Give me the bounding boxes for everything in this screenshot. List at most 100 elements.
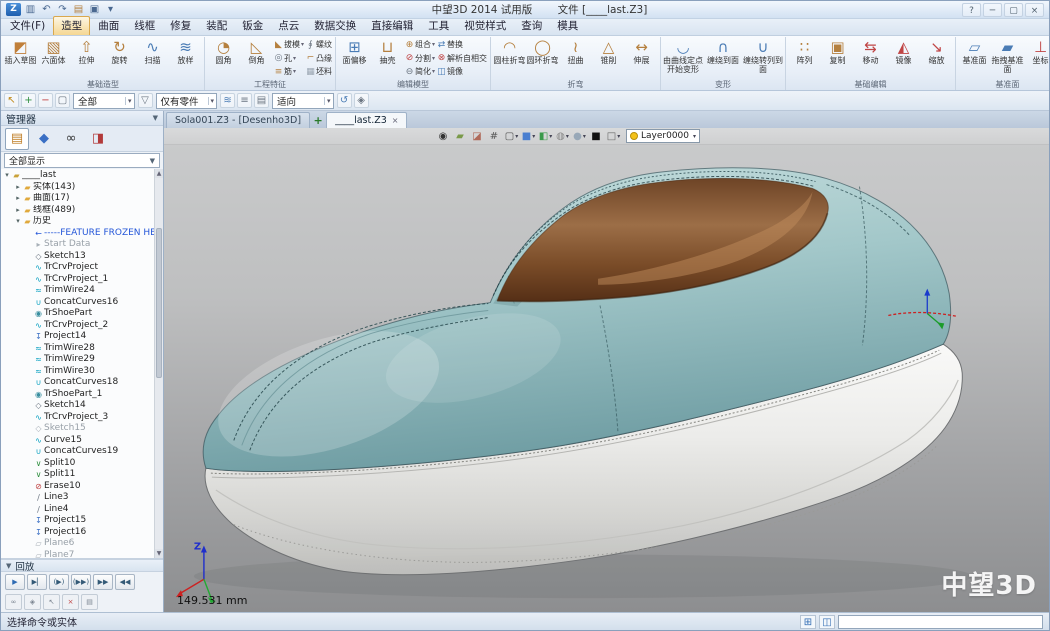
viewport-tool[interactable]: ▰ (453, 129, 468, 144)
menu-item[interactable]: 点云 (271, 17, 306, 35)
ribbon-button-small[interactable]: ⊗解析自相交 (436, 52, 488, 66)
ribbon-button[interactable]: ⊥坐标 (1024, 37, 1049, 74)
tree-item[interactable]: ▸ ▰ 实体(143) (1, 182, 154, 194)
ribbon-button[interactable]: ◯圆环折弯 (526, 37, 559, 66)
menu-item[interactable]: 装配 (199, 17, 234, 35)
tree-item[interactable]: ↧ Project14 (1, 331, 154, 343)
stack-a-icon[interactable]: ≋ (220, 93, 235, 108)
ribbon-button[interactable]: ◭镜像 (887, 37, 920, 66)
viewport-tool[interactable]: ◉ (436, 129, 451, 144)
manager-panel-header[interactable]: 管理器 ▼ (1, 111, 163, 126)
viewport-canvas[interactable]: Z ◉▰◪#▢▾■▾◧▾◍▾●▾■□▾ Layer0000 ▾ 149.531 … (164, 128, 1049, 612)
ribbon-button[interactable]: ⊔抽壳 (371, 37, 404, 66)
new-tab-button[interactable]: + (311, 113, 325, 128)
ribbon-button-small[interactable]: ◎孔▾ (273, 52, 304, 66)
menu-item[interactable]: 线框 (127, 17, 162, 35)
redo-icon[interactable]: ↷ (56, 3, 69, 16)
tree-item[interactable]: ▾ ▰ 历史 (1, 216, 154, 228)
menu-item[interactable]: 直接编辑 (364, 17, 420, 35)
rewind-icon[interactable]: ◀◀ (115, 574, 135, 590)
print-icon[interactable]: ▣ (88, 3, 101, 16)
tree-item[interactable]: ∨ Split10 (1, 458, 154, 470)
layer-combo[interactable]: Layer0000 ▾ (626, 129, 700, 143)
ribbon-button[interactable]: ◔圆角 (207, 37, 240, 66)
refresh-icon[interactable]: ↺ (337, 93, 352, 108)
tree-item[interactable]: ◇ Sketch15 (1, 423, 154, 435)
tree-item[interactable]: ↧ Project15 (1, 515, 154, 527)
history-manager-icon[interactable]: ▤ (5, 128, 29, 150)
ribbon-button-small[interactable]: ≡筋▾ (273, 65, 304, 79)
tree-item[interactable]: ∿ TrCrvProject_2 (1, 320, 154, 332)
report-icon[interactable]: ▤ (81, 594, 98, 610)
ribbon-button[interactable]: ↻旋转 (103, 37, 136, 66)
tree-item[interactable]: ∪ ConcatCurves16 (1, 297, 154, 309)
ribbon-button[interactable]: ▣复制 (821, 37, 854, 66)
menu-item[interactable]: 钣金 (235, 17, 270, 35)
tree-item[interactable]: ∕ Line3 (1, 492, 154, 504)
tree-expander-icon[interactable]: ▸ (14, 205, 22, 217)
menu-item[interactable]: 文件(F) (3, 17, 52, 35)
view-orientation-combo[interactable]: 适向 ▾ (272, 93, 334, 109)
ribbon-button-small[interactable]: ⊘分割▾ (404, 52, 435, 66)
document-tab[interactable]: Sola001.Z3 - [Desenho3D] (166, 112, 310, 128)
ribbon-button-small[interactable]: ▦坯料 (305, 65, 333, 79)
tree-expander-icon[interactable]: ▸ (14, 193, 22, 205)
maximize-icon[interactable]: ▢ (1004, 3, 1023, 17)
marquee-icon[interactable]: ▢ (55, 93, 70, 108)
ribbon-button-small[interactable]: ⊖简化▾ (404, 65, 435, 79)
playback-header[interactable]: ▼ 回放 (1, 559, 163, 572)
viewport-tool[interactable]: ■▾ (521, 129, 536, 144)
tree-item[interactable]: ← -----FEATURE FROZEN HERE----- (1, 228, 154, 240)
tree-expander-icon[interactable]: ▸ (14, 182, 22, 194)
step-end-icon[interactable]: ▶▏ (27, 574, 47, 590)
play-all-icon[interactable]: (▶▶) (71, 574, 91, 590)
delete-step-icon[interactable]: × (62, 594, 79, 610)
ribbon-button[interactable]: ∷阵列 (788, 37, 821, 66)
assembly-manager-icon[interactable]: ◆ (32, 128, 56, 150)
view-manager-icon[interactable]: ◨ (86, 128, 110, 150)
tree-scrollbar[interactable]: ▲ ▼ (154, 169, 163, 558)
ribbon-button[interactable]: ▧六面体 (37, 37, 70, 66)
remove-select-icon[interactable]: − (38, 93, 53, 108)
tree-item[interactable]: ↧ Project16 (1, 527, 154, 539)
ribbon-button[interactable]: ∿扫描 (136, 37, 169, 66)
ribbon-button[interactable]: ◩插入草图 (4, 37, 37, 66)
ribbon-button[interactable]: ▰拖拽基准面 (991, 37, 1024, 74)
tree-item[interactable]: ∨ Split11 (1, 469, 154, 481)
selection-filter-combo[interactable]: 全部 ▾ (73, 93, 135, 109)
ribbon-button[interactable]: ▱基准面 (958, 37, 991, 74)
play-one-icon[interactable]: (▶) (49, 574, 69, 590)
selection-scope-combo[interactable]: 仅有零件 ▾ (156, 93, 218, 109)
shoe-model[interactable]: Z (164, 128, 1049, 612)
tree-item[interactable]: ∿ TrCrvProject (1, 262, 154, 274)
tree-item[interactable]: ▱ Plane7 (1, 550, 154, 559)
menu-item[interactable]: 曲面 (91, 17, 126, 35)
ribbon-button[interactable]: ◺倒角 (240, 37, 273, 66)
menu-item[interactable]: 视觉样式 (457, 17, 513, 35)
viewport-tool[interactable]: ▢▾ (504, 129, 519, 144)
ribbon-button[interactable]: ∩缠绕到面 (703, 37, 743, 74)
tree-expander-icon[interactable]: ▾ (3, 170, 11, 182)
tree-item[interactable]: ≈ TrimWire24 (1, 285, 154, 297)
tree-item[interactable]: ◉ TrShoePart (1, 308, 154, 320)
status-input[interactable] (838, 615, 1043, 629)
menu-item[interactable]: 数据交换 (307, 17, 363, 35)
document-tab-active[interactable]: ____last.Z3 × (326, 112, 407, 128)
tree-item[interactable]: ◇ Sketch13 (1, 251, 154, 263)
ribbon-button[interactable]: ≀扭曲 (559, 37, 592, 66)
menu-item[interactable]: 查询 (514, 17, 549, 35)
diamond-icon[interactable]: ◈ (354, 93, 369, 108)
ribbon-button[interactable]: ≋放样 (169, 37, 202, 66)
ribbon-button[interactable]: △锥削 (592, 37, 625, 66)
scroll-thumb[interactable] (156, 228, 162, 378)
tree-expander-icon[interactable]: ▾ (14, 216, 22, 228)
grid-icon[interactable]: ⊞ (800, 615, 816, 629)
open-icon[interactable]: ▤ (72, 3, 85, 16)
display-filter-combo[interactable]: 全部显示 ▼ (4, 153, 160, 168)
tree-item[interactable]: ≈ TrimWire29 (1, 354, 154, 366)
tree-item[interactable]: ▱ Plane6 (1, 538, 154, 550)
ribbon-button[interactable]: ↘缩放 (920, 37, 953, 66)
viewport-tool[interactable]: ◧▾ (538, 129, 553, 144)
stack-c-icon[interactable]: ▤ (254, 93, 269, 108)
cells-icon[interactable]: ◫ (819, 615, 835, 629)
